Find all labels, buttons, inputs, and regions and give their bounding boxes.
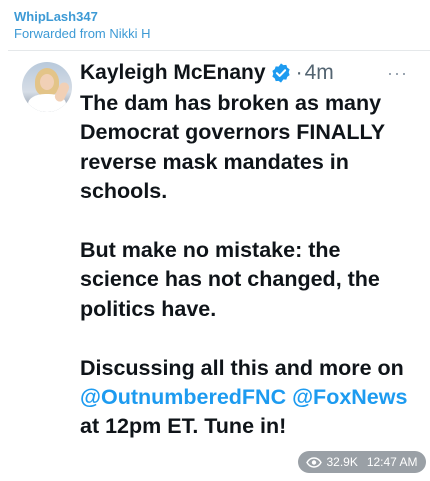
more-options-icon[interactable]: ··· bbox=[387, 63, 408, 84]
message-header: WhipLash347 Forwarded from Nikki H bbox=[14, 8, 151, 43]
mention-foxnews-link[interactable]: @FoxNews bbox=[292, 385, 407, 409]
tweet-paragraph-3: Discussing all this and more on @Outnumb… bbox=[80, 354, 415, 442]
avatar[interactable] bbox=[22, 62, 72, 112]
avatar-face bbox=[40, 74, 54, 90]
tweet-author-line: Kayleigh McEnany · 4m bbox=[80, 59, 334, 87]
verified-badge-icon bbox=[270, 62, 292, 84]
embedded-tweet: Kayleigh McEnany · 4m ··· The dam has br… bbox=[8, 50, 430, 481]
tweet-separator: · bbox=[295, 61, 303, 84]
mention-outnumberedfnc-link[interactable]: @OutnumberedFNC bbox=[80, 385, 286, 409]
tweet-paragraph-2: But make no mistake: the science has not… bbox=[80, 238, 380, 321]
view-count: 32.9K bbox=[326, 455, 358, 469]
eye-icon bbox=[306, 456, 323, 468]
paragraph-3-start: Discussing all this and more on bbox=[80, 355, 404, 380]
paragraph-3-end: at 12pm ET. Tune in! bbox=[80, 414, 287, 439]
sender-name[interactable]: WhipLash347 bbox=[14, 8, 151, 25]
tweet-text: The dam has broken as many Democrat gove… bbox=[80, 89, 415, 442]
message-meta-pill: 32.9K 12:47 AM bbox=[298, 451, 426, 473]
author-name[interactable]: Kayleigh McEnany bbox=[80, 61, 266, 85]
message-timestamp: 12:47 AM bbox=[366, 455, 418, 469]
tweet-paragraph-1: The dam has broken as many Democrat gove… bbox=[80, 91, 385, 204]
chat-message: WhipLash347 Forwarded from Nikki H Kayle… bbox=[0, 0, 430, 481]
forwarded-from-label[interactable]: Forwarded from Nikki H bbox=[14, 25, 151, 43]
tweet-time[interactable]: 4m bbox=[305, 61, 334, 85]
